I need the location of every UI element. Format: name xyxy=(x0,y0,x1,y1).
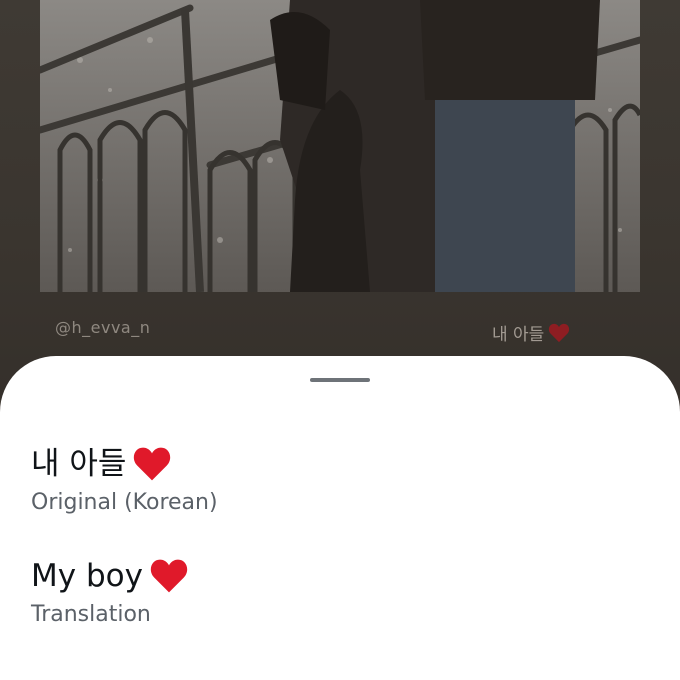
story-photo xyxy=(40,0,640,292)
original-text-row: 내 아들 xyxy=(31,444,218,484)
story-caption-text: 내 아들 xyxy=(492,325,545,345)
screen: @h_evva_n 내 아들 내 아들 Original (Korean) My… xyxy=(0,0,680,680)
original-entry: 내 아들 Original (Korean) xyxy=(31,444,218,515)
heart-icon xyxy=(548,323,570,343)
sheet-drag-handle[interactable] xyxy=(310,378,370,382)
heart-icon xyxy=(149,558,189,594)
translation-text-row: My boy xyxy=(31,556,189,596)
translation-entry: My boy Translation xyxy=(31,556,189,627)
original-text: 내 아들 xyxy=(31,446,127,482)
heart-icon xyxy=(132,446,172,482)
translation-label: Translation xyxy=(31,602,151,627)
original-language-label: Original (Korean) xyxy=(31,490,218,515)
story-background: @h_evva_n 내 아들 xyxy=(0,0,680,400)
translation-sheet[interactable]: 내 아들 Original (Korean) My boy Translatio… xyxy=(0,356,680,680)
story-handle: @h_evva_n xyxy=(55,318,151,337)
translation-text: My boy xyxy=(31,558,143,594)
story-caption: 내 아들 xyxy=(492,320,570,345)
